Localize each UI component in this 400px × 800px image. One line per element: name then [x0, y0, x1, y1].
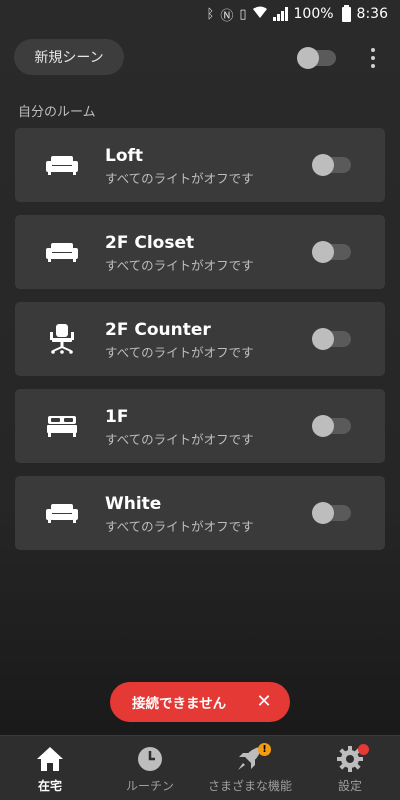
room-status: すべてのライトがオフです — [105, 171, 254, 186]
section-label: 自分のルーム — [18, 105, 96, 120]
master-toggle[interactable] — [297, 47, 336, 69]
snackbar-text: 接続できません — [132, 696, 227, 712]
room-name: 2F Closet — [105, 233, 195, 253]
room-toggle[interactable] — [312, 502, 351, 524]
room-toggle[interactable] — [312, 328, 351, 350]
nav-label: さまざまな機能 — [207, 779, 292, 793]
nfc-icon: Ⓝ — [220, 8, 234, 24]
nav-label: ルーチン — [125, 779, 174, 793]
bed-icon — [45, 411, 79, 441]
room-status: すべてのライトがオフです — [105, 345, 254, 360]
new-scene-button[interactable]: 新規シーン — [14, 39, 124, 75]
room-status: すべてのライトがオフです — [105, 432, 254, 447]
gear-icon — [335, 744, 369, 773]
room-toggle[interactable] — [312, 241, 351, 263]
close-icon[interactable]: ✕ — [254, 692, 274, 712]
nav-settings[interactable]: 設定 — [300, 736, 400, 800]
toggle-knob — [312, 502, 334, 524]
status-bar: ᛒ Ⓝ ▯ 100% 8:36 — [0, 0, 400, 28]
room-card-2f-closet[interactable]: 2F Closet すべてのライトがオフです — [15, 215, 385, 289]
nav-routines[interactable]: ルーチン — [100, 736, 200, 800]
connection-error-snackbar: 接続できません ✕ — [110, 682, 290, 722]
clock-time: 8:36 — [356, 6, 388, 22]
room-toggle[interactable] — [312, 415, 351, 437]
signal-icon — [272, 7, 288, 21]
room-card-white[interactable]: White すべてのライトがオフです — [15, 476, 385, 550]
clock-icon — [135, 745, 165, 773]
room-status: すべてのライトがオフです — [105, 258, 254, 273]
room-name: 2F Counter — [105, 320, 211, 340]
battery-icon — [341, 4, 351, 22]
toggle-knob — [312, 241, 334, 263]
vibrate-icon: ▯ — [239, 6, 247, 22]
nav-features[interactable]: ! さまざまな機能 — [200, 736, 300, 800]
rocket-icon: ! — [235, 743, 271, 773]
room-name: White — [105, 494, 162, 514]
toggle-knob — [312, 328, 334, 350]
bluetooth-icon: ᛒ — [206, 6, 215, 22]
office-chair-icon — [45, 324, 79, 354]
room-card-loft[interactable]: Loft すべてのライトがオフです — [15, 128, 385, 202]
room-list: Loft すべてのライトがオフです 2F Closet すべてのライトがオフです — [15, 128, 385, 563]
home-icon — [35, 745, 65, 773]
warning-badge: ! — [258, 743, 271, 756]
toggle-knob — [312, 415, 334, 437]
room-toggle[interactable] — [312, 154, 351, 176]
room-card-2f-counter[interactable]: 2F Counter すべてのライトがオフです — [15, 302, 385, 376]
room-status: すべてのライトがオフです — [105, 519, 254, 534]
nav-home[interactable]: 在宅 — [0, 736, 100, 800]
sofa-icon — [45, 150, 79, 180]
room-name: 1F — [105, 407, 129, 427]
toggle-knob — [312, 154, 334, 176]
room-card-1f[interactable]: 1F すべてのライトがオフです — [15, 389, 385, 463]
nav-label: 在宅 — [37, 779, 62, 793]
sofa-icon — [45, 498, 79, 528]
nav-label: 設定 — [337, 779, 362, 793]
wifi-icon — [252, 6, 267, 22]
notification-dot — [358, 744, 369, 755]
more-menu-icon[interactable] — [364, 46, 382, 70]
sofa-icon — [45, 237, 79, 267]
battery-percent: 100% — [293, 6, 334, 22]
room-name: Loft — [105, 146, 144, 166]
bottom-nav: 在宅 ルーチン ! さまざまな機能 設定 — [0, 735, 400, 800]
toggle-knob — [297, 47, 319, 69]
